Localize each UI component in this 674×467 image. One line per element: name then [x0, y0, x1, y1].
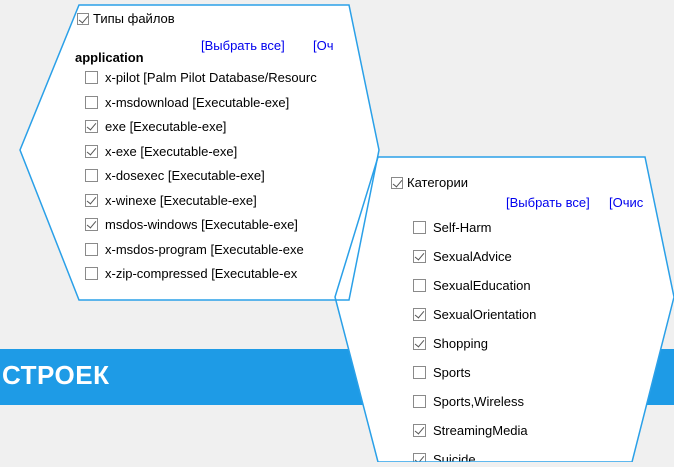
category-row[interactable]: SexualAdvice	[413, 249, 512, 264]
file-type-label: x-exe [Executable-exe]	[105, 143, 238, 159]
categories-header-label: Категории	[407, 175, 468, 190]
category-checkbox[interactable]	[413, 366, 426, 379]
category-row[interactable]: SexualEducation	[413, 278, 531, 293]
category-row[interactable]: SexualOrientation	[413, 307, 536, 322]
file-type-row[interactable]: x-dosexec [Executable-exe]	[85, 168, 265, 183]
file-type-label: x-winexe [Executable-exe]	[105, 192, 257, 208]
category-label: SexualEducation	[433, 278, 531, 293]
file-type-row[interactable]: x-pilot [Palm Pilot Database/Resourc	[85, 70, 317, 85]
clear-file-types-link[interactable]: [Оч	[313, 38, 334, 53]
file-type-row[interactable]: exe [Executable-exe]	[85, 119, 226, 134]
category-row[interactable]: StreamingMedia	[413, 423, 528, 438]
category-label: Shopping	[433, 336, 488, 351]
select-all-categories-link[interactable]: [Выбрать все]	[506, 195, 590, 210]
file-type-checkbox[interactable]	[85, 169, 98, 182]
category-label: SexualAdvice	[433, 249, 512, 264]
file-type-label: x-zip-compressed [Executable-ex	[105, 266, 298, 281]
category-label: Self-Harm	[433, 220, 492, 235]
category-row[interactable]: Sports	[413, 365, 471, 380]
clear-categories-link[interactable]: [Очис	[609, 195, 643, 210]
category-checkbox[interactable]	[413, 395, 426, 408]
file-type-row[interactable]: x-zip-compressed [Executable-ex	[85, 266, 297, 281]
category-label: Sports	[433, 365, 471, 380]
file-type-row[interactable]: x-winexe [Executable-exe]	[85, 193, 257, 208]
file-types-header-label: Типы файлов	[93, 11, 175, 26]
file-type-label: exe [Executable-exe]	[105, 119, 227, 134]
file-type-checkbox[interactable]	[85, 120, 98, 133]
file-type-checkbox[interactable]	[85, 193, 98, 207]
file-type-row[interactable]: x-msdownload [Executable-exe]	[85, 95, 289, 110]
categories-header[interactable]: Категории	[391, 175, 468, 190]
category-row[interactable]: Self-Harm	[413, 220, 492, 235]
category-checkbox[interactable]	[413, 250, 426, 263]
categories-master-checkbox[interactable]	[391, 176, 403, 189]
file-type-checkbox[interactable]	[85, 267, 98, 280]
file-type-label: x-pilot [Palm Pilot Database/Resourc	[105, 70, 317, 85]
file-type-row[interactable]: x-exe [Executable-exe]	[85, 144, 237, 159]
group-heading-application: application	[75, 50, 144, 65]
category-checkbox[interactable]	[413, 279, 426, 292]
file-type-label: msdos-windows [Executable-exe]	[105, 217, 298, 232]
category-row[interactable]: Suicide	[413, 452, 476, 467]
file-type-row[interactable]: msdos-windows [Executable-exe]	[85, 217, 298, 232]
category-checkbox[interactable]	[413, 308, 426, 321]
category-checkbox[interactable]	[413, 453, 426, 462]
category-label: StreamingMedia	[433, 423, 528, 438]
category-row[interactable]: Sports,Wireless	[413, 394, 524, 409]
category-checkbox[interactable]	[413, 424, 426, 437]
category-label: Suicide	[433, 452, 476, 467]
file-type-label: x-msdos-program [Executable-exe	[105, 241, 304, 257]
file-type-checkbox[interactable]	[85, 95, 98, 109]
file-type-label: x-msdownload [Executable-exe]	[105, 94, 290, 110]
banner-title: СТРОЕК	[2, 360, 110, 390]
file-type-checkbox[interactable]	[85, 242, 98, 256]
file-type-checkbox[interactable]	[85, 218, 98, 231]
category-checkbox[interactable]	[413, 221, 426, 234]
category-label: Sports,Wireless	[433, 394, 525, 409]
file-type-row[interactable]: x-msdos-program [Executable-exe	[85, 242, 304, 257]
category-checkbox[interactable]	[413, 337, 426, 350]
file-type-checkbox[interactable]	[85, 144, 98, 158]
file-type-label: x-dosexec [Executable-exe]	[105, 168, 265, 183]
file-types-master-checkbox[interactable]	[77, 12, 89, 25]
file-types-header[interactable]: Типы файлов	[77, 11, 175, 26]
file-type-checkbox[interactable]	[85, 71, 98, 84]
category-row[interactable]: Shopping	[413, 336, 488, 351]
select-all-file-types-link[interactable]: [Выбрать все]	[201, 38, 285, 53]
category-label: SexualOrientation	[433, 307, 537, 322]
